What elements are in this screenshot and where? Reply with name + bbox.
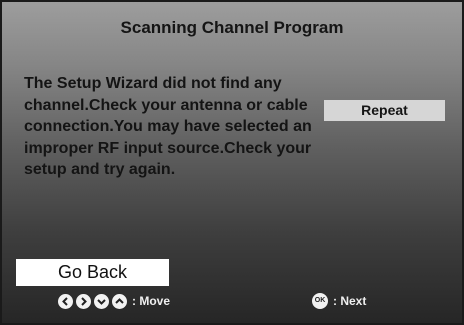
scan-dialog: Scanning Channel Program The Setup Wizar… (0, 0, 464, 325)
move-label: : Move (132, 294, 171, 308)
next-label: : Next (333, 294, 367, 308)
error-message: The Setup Wizard did not find any channe… (24, 75, 312, 178)
up-arrow-icon (112, 293, 127, 309)
left-arrow-icon (58, 293, 73, 309)
dialog-title: Scanning Channel Program (120, 18, 344, 37)
next-hint: OK : Next (312, 291, 366, 311)
repeat-button[interactable]: Repeat (324, 100, 445, 121)
move-hint: : Move (58, 291, 170, 311)
go-back-button[interactable]: Go Back (16, 259, 169, 286)
down-arrow-icon (94, 293, 109, 309)
key-hints: : Move OK : Next (2, 291, 462, 311)
right-arrow-icon (76, 293, 91, 309)
ok-button-icon: OK (312, 293, 328, 309)
